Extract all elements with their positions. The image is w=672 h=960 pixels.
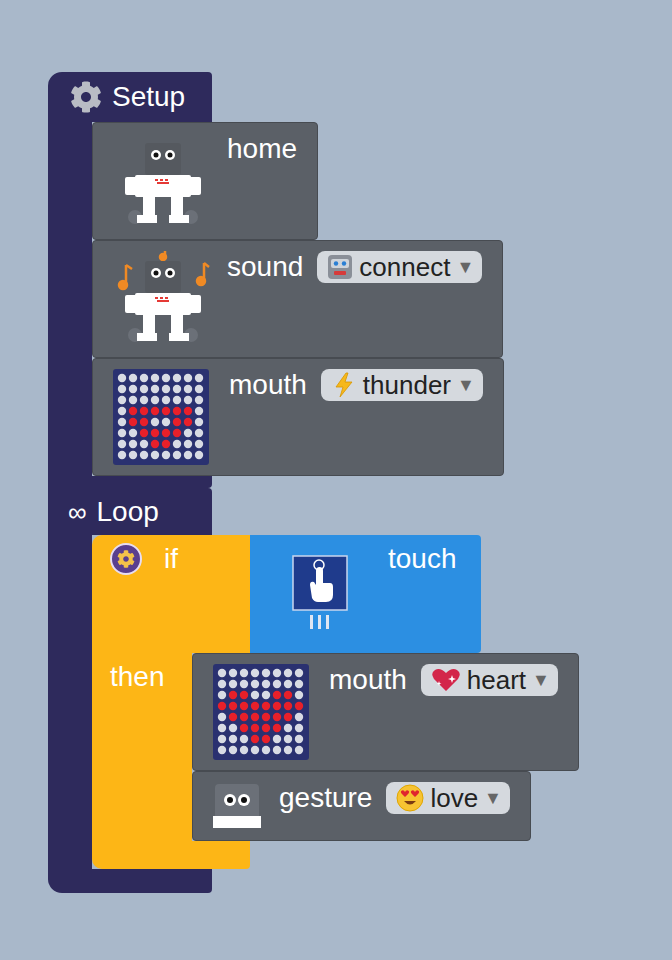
loop-block[interactable]: ∞ Loopif touch then mouth heart ▼ gesture love ▼: [48, 488, 672, 893]
block-label: gesture: [279, 782, 372, 814]
if-label: if: [164, 543, 178, 575]
dropdown-value: connect: [359, 252, 450, 283]
dropdown-arrow: ▼: [456, 257, 474, 278]
event-header: ∞ Loop: [48, 488, 212, 535]
sound-block[interactable]: sound connect ▼: [92, 240, 503, 358]
then-label: then: [110, 661, 165, 692]
robot-face-icon: [213, 782, 261, 830]
condition-label: touch: [388, 543, 457, 575]
infinity-icon: ∞: [68, 496, 87, 528]
gesture-block[interactable]: gesture love ▼: [192, 771, 531, 841]
dropdown-arrow: ▼: [484, 788, 502, 809]
touch-block[interactable]: touch: [250, 535, 481, 653]
dropdown-value: thunder: [363, 370, 451, 401]
heart-eyes-face-icon: [396, 784, 424, 812]
block-label: home: [227, 133, 297, 165]
event-label: Setup: [112, 81, 185, 113]
then-statements: mouth heart ▼ gesture love ▼: [192, 653, 579, 841]
event-spine: [48, 535, 92, 869]
workspace: Setuphomesoundconnect▼mouththunder▼∞Loop…: [0, 0, 672, 960]
if-block[interactable]: if touch then mouth heart ▼ gesture love ▼: [92, 535, 579, 869]
gear-icon[interactable]: [110, 543, 142, 575]
if-block-footer: [92, 841, 250, 869]
dropdown-value: heart: [467, 665, 526, 696]
statement-list: home sound connect ▼ mouth thunder ▼: [92, 122, 504, 476]
block-label: mouth: [329, 664, 407, 696]
gear-icon: [70, 81, 102, 113]
robot-icon: [113, 133, 213, 229]
block-label: mouth: [229, 369, 307, 401]
block-label: sound: [227, 251, 303, 283]
dropdown-arrow: ▼: [532, 670, 550, 691]
event-footer: [48, 476, 212, 488]
statement-list: if touch then mouth heart ▼ gesture love ▼: [92, 535, 579, 869]
mouth-block[interactable]: mouth thunder ▼: [92, 358, 504, 476]
touch-sensor-icon: [292, 555, 348, 631]
mouth-dropdown[interactable]: thunder ▼: [321, 369, 483, 401]
event-header: Setup: [48, 72, 212, 122]
dropdown-value: love: [430, 783, 478, 814]
sparkling-heart-icon: [431, 667, 461, 693]
event-label: Loop: [97, 496, 159, 528]
setup-block[interactable]: Setup home sound connect ▼ mouth thunder ▼: [48, 72, 672, 488]
dropdown-arrow: ▼: [457, 375, 475, 396]
robot-icon: [327, 254, 353, 280]
home-block[interactable]: home: [92, 122, 318, 240]
dancing-robot-icon: [113, 251, 213, 347]
lightning-icon: [331, 372, 357, 398]
sound-dropdown[interactable]: connect ▼: [317, 251, 482, 283]
led-matrix-icon: [213, 664, 309, 760]
gesture-dropdown[interactable]: love ▼: [386, 782, 510, 814]
event-footer: [48, 869, 212, 893]
led-matrix-icon: [113, 369, 209, 465]
mouth-dropdown[interactable]: heart ▼: [421, 664, 558, 696]
mouth-block[interactable]: mouth heart ▼: [192, 653, 579, 771]
event-spine: [48, 122, 92, 476]
